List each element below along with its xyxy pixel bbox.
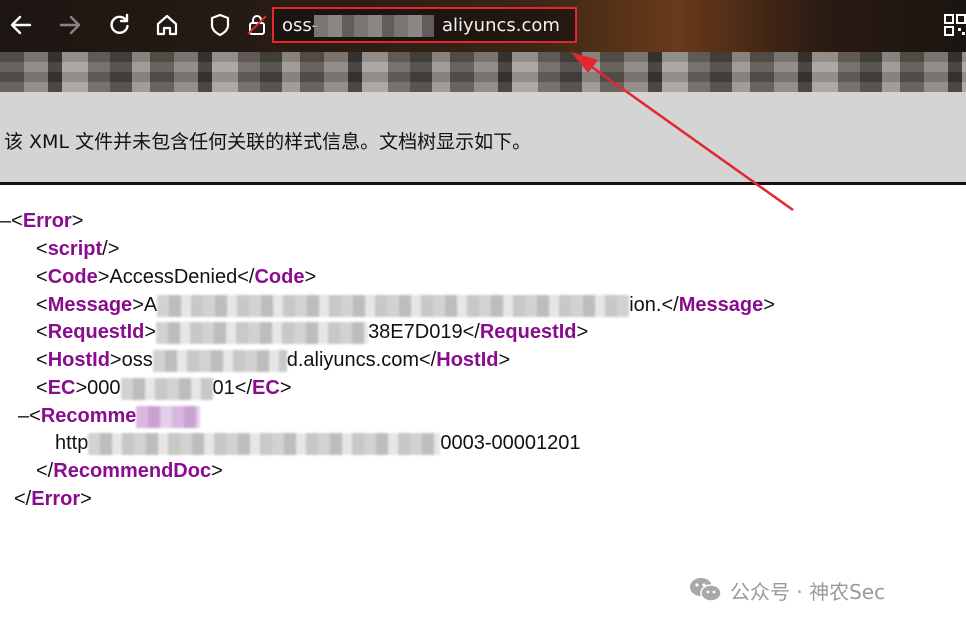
xml-code-value: AccessDenied: [109, 266, 238, 288]
xml-tag-message-close: Message: [678, 294, 764, 316]
redacted-url: [88, 432, 441, 455]
browser-toolbar: oss- aliyuncs.com: [0, 0, 966, 52]
xml-tag-hostid: HostId: [47, 349, 110, 371]
xml-info-banner: 该 XML 文件并未包含任何关联的样式信息。文档树显示如下。: [0, 92, 966, 182]
xml-url-end: 0003-00001201: [440, 432, 581, 454]
xml-requestid: <RequestId> 38E7D019</RequestId>: [36, 321, 589, 344]
xml-ec: <EC>000 01</EC>: [36, 377, 292, 400]
qr-code-icon[interactable]: [944, 14, 966, 36]
xml-error-open: –<Error>: [0, 210, 84, 232]
xml-script: <script/>: [36, 238, 120, 260]
xml-message-end: ion.: [629, 294, 662, 316]
xml-message: <Message>A ion.</Message>: [36, 294, 775, 317]
arrow-left-icon[interactable]: [8, 12, 34, 38]
xml-tag-requestid: RequestId: [47, 321, 145, 343]
redacted-tab-strip: [0, 52, 966, 92]
xml-code: <Code>AccessDenied</Code>: [36, 266, 317, 288]
xml-tag-code-close: Code: [254, 266, 305, 288]
redacted-message: [157, 294, 630, 317]
xml-tag-message: Message: [47, 294, 133, 316]
banner-divider: [0, 182, 966, 185]
xml-tag-ec: EC: [47, 377, 76, 399]
xml-recommend-url: http 0003-00001201: [55, 429, 581, 457]
xml-tag-recommenddoc: Recomme: [40, 405, 137, 427]
xml-message-start: A: [143, 294, 158, 316]
shield-icon[interactable]: [207, 12, 233, 38]
arrow-right-icon[interactable]: [57, 12, 83, 38]
xml-tag-recommenddoc-close: RecommendDoc: [53, 460, 212, 482]
wechat-icon: [690, 578, 722, 602]
watermark-text: 公众号 · 神农Sec: [730, 579, 886, 604]
redacted-recommenddoc: [136, 405, 201, 428]
xml-hostid-end: d.aliyuncs.com: [286, 349, 419, 371]
xml-tag-hostid-close: HostId: [436, 349, 499, 371]
xml-url-start: http: [55, 432, 89, 454]
url-suffix: aliyuncs.com: [442, 15, 560, 36]
xml-recommenddoc-open: –<Recomme: [18, 402, 201, 430]
xml-tag-script: script: [47, 238, 103, 260]
address-bar[interactable]: oss- aliyuncs.com: [272, 7, 577, 43]
reload-icon[interactable]: [106, 12, 132, 38]
url-redacted: [314, 15, 434, 37]
xml-requestid-end: 38E7D019: [368, 321, 463, 343]
xml-info-message: 该 XML 文件并未包含任何关联的样式信息。文档树显示如下。: [4, 131, 532, 153]
collapse-toggle[interactable]: –: [18, 405, 29, 427]
xml-tag-error: Error: [22, 210, 72, 232]
redacted-hostid: [152, 349, 287, 372]
watermark: 公众号 · 神农Sec: [688, 574, 885, 606]
xml-error-close: </Error>: [14, 488, 92, 510]
redacted-ec: [120, 377, 213, 400]
collapse-toggle[interactable]: –: [0, 210, 11, 232]
home-icon[interactable]: [154, 12, 180, 38]
xml-tag-code: Code: [47, 266, 98, 288]
lock-icon[interactable]: [244, 12, 270, 38]
xml-recommenddoc-close: </RecommendDoc>: [36, 460, 223, 482]
xml-tag-requestid-close: RequestId: [479, 321, 577, 343]
xml-tag-ec-close: EC: [252, 377, 280, 399]
xml-ec-start: 000: [87, 377, 121, 399]
url-prefix: oss-: [282, 15, 319, 36]
xml-hostid-start: oss: [121, 349, 153, 371]
xml-hostid: <HostId>oss d.aliyuncs.com</HostId>: [36, 349, 511, 372]
xml-ec-end: 01: [212, 377, 235, 399]
xml-tag-error-close: Error: [31, 488, 81, 510]
redacted-requestid: [156, 321, 369, 344]
